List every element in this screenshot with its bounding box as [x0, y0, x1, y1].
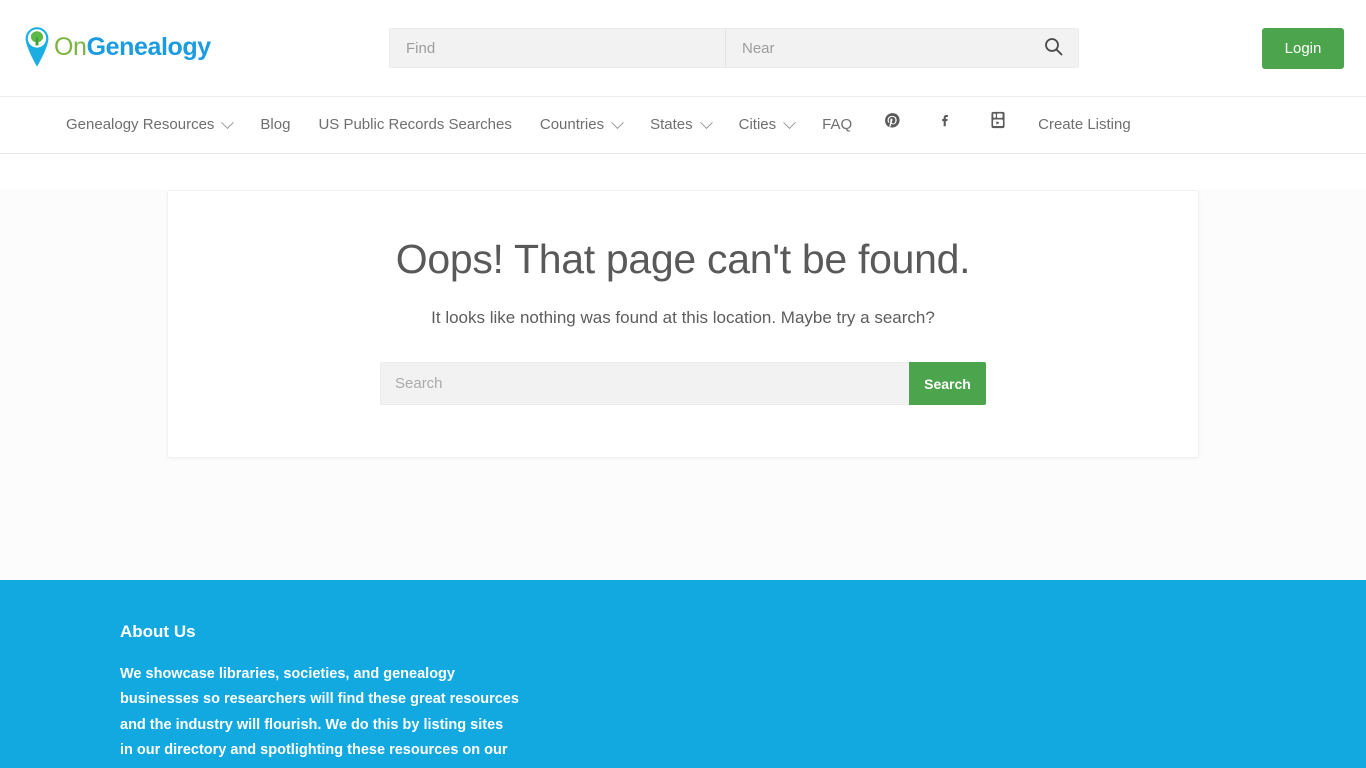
map-pin-tree-icon — [24, 26, 50, 68]
search-icon — [1044, 37, 1063, 59]
footer-about-text: We showcase libraries, societies, and ge… — [120, 666, 519, 768]
chevron-down-icon — [783, 115, 796, 129]
page-title: Oops! That page can't be found. — [395, 236, 971, 282]
nav-item-countries[interactable]: Countries — [526, 97, 636, 153]
nav-item-youtube[interactable] — [972, 97, 1024, 153]
nav-label: US Public Records Searches — [318, 116, 512, 133]
header-search-button[interactable] — [1028, 29, 1078, 67]
footer-about-title: About Us — [120, 622, 196, 641]
nav-item-genealogy-resources[interactable]: Genealogy Resources — [52, 97, 246, 153]
search-input[interactable] — [380, 362, 909, 406]
content-search-form: Search — [380, 362, 986, 406]
nav-item-faq[interactable]: FAQ — [808, 97, 866, 153]
nav-label: Create Listing — [1038, 116, 1131, 133]
nav-item-blog[interactable]: Blog — [246, 97, 304, 153]
footer-column-about: About Us We showcase libraries, societie… — [120, 622, 520, 768]
nav-item-create-listing[interactable]: Create Listing — [1024, 97, 1145, 153]
header-search-group — [389, 28, 1079, 68]
nav-label: Countries — [539, 116, 605, 133]
nav-item-facebook[interactable] — [919, 97, 972, 153]
login-button[interactable]: Login — [1262, 28, 1344, 69]
find-input[interactable] — [390, 29, 726, 67]
site-header: OnGenealogy Login — [0, 0, 1366, 96]
site-footer: About Us We showcase libraries, societie… — [0, 580, 1366, 768]
logo-text-on: On — [54, 32, 87, 61]
site-logo[interactable]: OnGenealogy — [24, 26, 211, 68]
nav-label: Blog — [260, 116, 291, 133]
search-submit-button[interactable]: Search — [909, 362, 986, 406]
nav-item-cities[interactable]: Cities — [725, 97, 809, 153]
near-input[interactable] — [726, 29, 1028, 67]
nav-label: FAQ — [822, 116, 853, 133]
pinterest-icon — [884, 97, 901, 153]
nav-label: Genealogy Resources — [66, 116, 215, 133]
chevron-down-icon — [611, 115, 624, 129]
nav-label: Cities — [738, 116, 777, 133]
logo-text-genealogy: Genealogy — [86, 32, 212, 61]
nav-item-states[interactable]: States — [636, 97, 725, 153]
footer-inner: About Us We showcase libraries, societie… — [60, 622, 1306, 768]
page-subtitle: It looks like nothing was found at this … — [431, 308, 935, 328]
nav-item-us-public-records-searches[interactable]: US Public Records Searches — [304, 97, 525, 153]
chevron-down-icon — [221, 115, 235, 129]
logo-wordmark: OnGenealogy — [54, 32, 212, 61]
nav-item-pinterest[interactable] — [866, 97, 919, 153]
main-content: Oops! That page can't be found. It looks… — [0, 190, 1366, 580]
facebook-icon — [937, 97, 954, 153]
nav-label: States — [650, 116, 693, 133]
error-card: Oops! That page can't be found. It looks… — [167, 190, 1199, 459]
youtube-icon — [990, 97, 1006, 153]
main-navigation: Genealogy Resources Blog US Public Recor… — [0, 96, 1366, 154]
chevron-down-icon — [699, 115, 713, 129]
